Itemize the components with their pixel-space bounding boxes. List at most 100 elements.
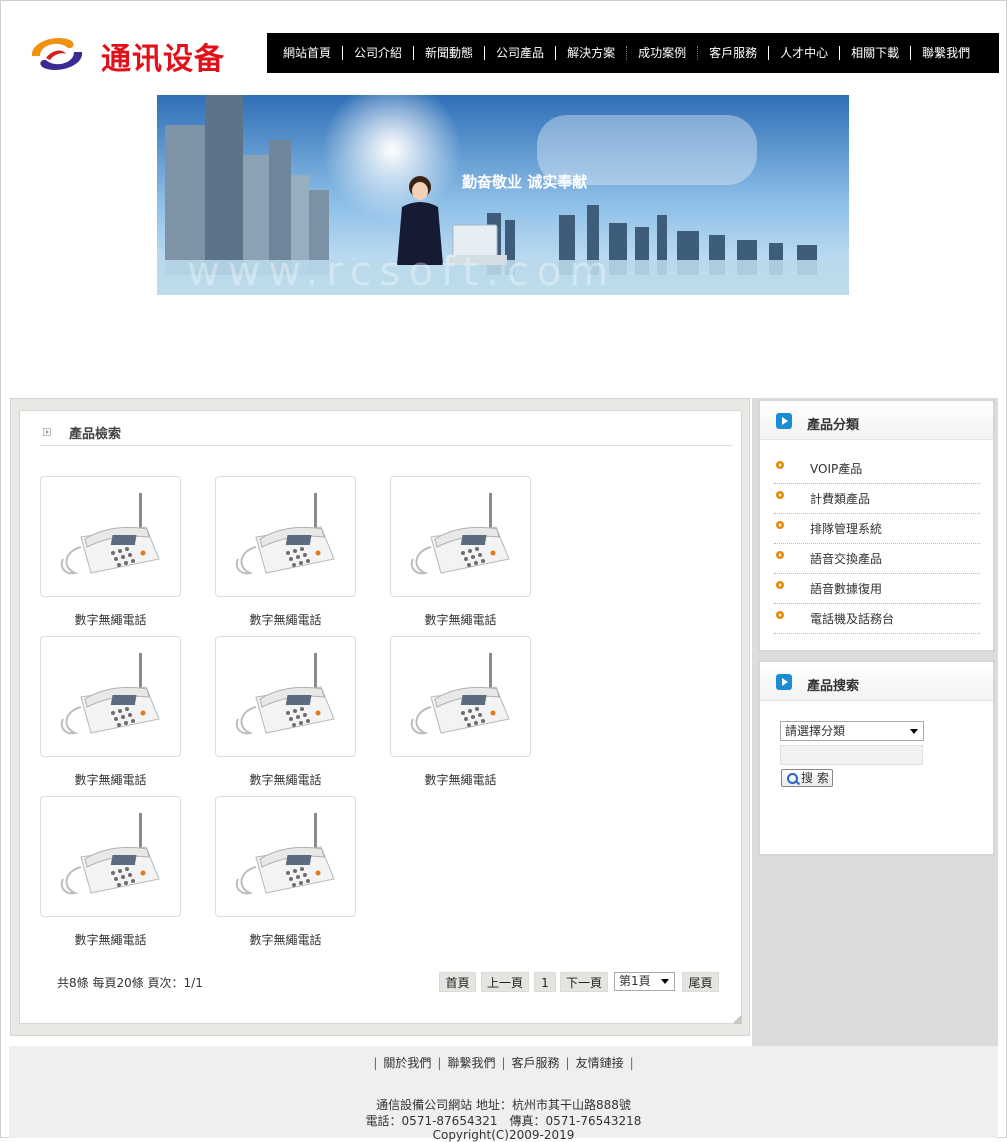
panel-corner bbox=[732, 1014, 742, 1024]
pager-prev-button[interactable]: 上一頁 bbox=[481, 972, 529, 992]
product-thumbnail[interactable] bbox=[40, 476, 181, 597]
category-box-title: 產品分類 bbox=[807, 418, 860, 433]
product-item[interactable]: 數字無繩電話 bbox=[215, 636, 356, 788]
footer-link-contact[interactable]: 聯繫我們 bbox=[447, 1056, 495, 1070]
orange-arrow-icon bbox=[776, 581, 784, 589]
category-label[interactable]: 排隊管理系統 bbox=[810, 520, 882, 537]
product-item[interactable]: 數字無繩電話 bbox=[215, 796, 356, 948]
nav-home[interactable]: 網站首頁 bbox=[267, 46, 342, 60]
orange-arrow-icon bbox=[776, 491, 784, 499]
product-thumbnail[interactable] bbox=[40, 636, 181, 757]
nav-downloads[interactable]: 相關下載 bbox=[839, 46, 910, 60]
category-label[interactable]: 電話機及話務台 bbox=[810, 610, 894, 627]
product-name[interactable]: 數字無繩電話 bbox=[215, 931, 356, 948]
search-box-title: 產品搜索 bbox=[807, 679, 860, 694]
pager-first-button[interactable]: 首頁 bbox=[439, 972, 476, 992]
footer-link-friends[interactable]: 友情鏈接 bbox=[576, 1056, 624, 1070]
banner-image: 勤奋敬业 诚实奉献 www.rcsoft.com bbox=[157, 95, 849, 295]
category-label[interactable]: VOIP產品 bbox=[810, 460, 862, 477]
product-name[interactable]: 數字無繩電話 bbox=[40, 611, 181, 628]
play-icon bbox=[776, 674, 792, 690]
product-name[interactable]: 數字無繩電話 bbox=[215, 771, 356, 788]
category-label[interactable]: 計費類產品 bbox=[810, 490, 870, 507]
nav-service[interactable]: 客戶服務 bbox=[697, 46, 768, 60]
nav-solutions[interactable]: 解決方案 bbox=[555, 46, 626, 60]
logo-text: 通讯设备 bbox=[101, 42, 225, 77]
footer: | 關於我們 | 聯繫我們 | 客戶服務 | 友情鏈接 | 通信設備公司網站 地址：杭州市其干山… bbox=[9, 1046, 998, 1142]
category-item[interactable]: 語音交換產品 bbox=[774, 543, 980, 574]
category-item[interactable]: 排隊管理系統 bbox=[774, 513, 980, 544]
category-item[interactable]: VOIP產品 bbox=[774, 453, 980, 484]
pager-info: 共8條 每頁20條 頁次：1/1 bbox=[57, 976, 203, 990]
search-input[interactable] bbox=[780, 745, 923, 765]
product-item[interactable]: 數字無繩電話 bbox=[215, 476, 356, 628]
logo[interactable]: 通讯设备 bbox=[26, 30, 266, 80]
product-thumbnail[interactable] bbox=[215, 476, 356, 597]
product-name[interactable]: 數字無繩電話 bbox=[40, 771, 181, 788]
logo-mark-icon bbox=[31, 37, 83, 71]
orange-arrow-icon bbox=[776, 521, 784, 529]
product-item[interactable]: 數字無繩電話 bbox=[40, 636, 181, 788]
category-item[interactable]: 電話機及話務台 bbox=[774, 603, 980, 634]
category-label[interactable]: 語音交換產品 bbox=[810, 550, 882, 567]
product-item[interactable]: 數字無繩電話 bbox=[40, 796, 181, 948]
product-item[interactable]: 數字無繩電話 bbox=[390, 476, 531, 628]
category-label[interactable]: 語音數據復用 bbox=[810, 580, 882, 597]
search-icon bbox=[787, 773, 798, 784]
phone-icon bbox=[60, 493, 160, 575]
play-icon bbox=[776, 413, 792, 429]
orange-arrow-icon bbox=[776, 611, 784, 619]
category-item[interactable]: 語音數據復用 bbox=[774, 573, 980, 604]
orange-arrow-icon bbox=[776, 461, 784, 469]
phone-icon bbox=[60, 813, 160, 895]
pager-next-button[interactable]: 下一頁 bbox=[560, 972, 608, 992]
category-select[interactable]: 請選擇分類 bbox=[780, 721, 924, 741]
footer-links: | 關於我們 | 聯繫我們 | 客戶服務 | 友情鏈接 | bbox=[373, 1056, 634, 1070]
product-item[interactable]: 數字無繩電話 bbox=[390, 636, 531, 788]
footer-link-about[interactable]: 關於我們 bbox=[383, 1056, 431, 1070]
phone-icon bbox=[60, 653, 160, 735]
nav-careers[interactable]: 人才中心 bbox=[768, 46, 839, 60]
product-panel-header: 產品檢索 bbox=[40, 423, 732, 446]
phone-icon bbox=[410, 653, 510, 735]
product-thumbnail[interactable] bbox=[40, 796, 181, 917]
product-item[interactable]: 數字無繩電話 bbox=[40, 476, 181, 628]
footer-phone: 電話：0571-87654321 傳真：0571-76543218 bbox=[365, 1114, 642, 1128]
search-box: 產品搜索 請選擇分類 搜 索 bbox=[758, 660, 995, 856]
orange-arrow-icon bbox=[776, 551, 784, 559]
category-select-value: 請選擇分類 bbox=[785, 724, 846, 738]
pager-last-button[interactable]: 尾頁 bbox=[682, 972, 719, 992]
nav-news[interactable]: 新聞動態 bbox=[413, 46, 484, 60]
product-name[interactable]: 數字無繩電話 bbox=[215, 611, 356, 628]
product-name[interactable]: 數字無繩電話 bbox=[390, 611, 531, 628]
product-name[interactable]: 數字無繩電話 bbox=[390, 771, 531, 788]
arrow-box-icon bbox=[43, 428, 51, 436]
pager-current-page[interactable]: 1 bbox=[534, 972, 556, 992]
banner-slogan: 勤奋敬业 诚实奉献 bbox=[462, 173, 587, 191]
product-thumbnail[interactable] bbox=[390, 636, 531, 757]
product-thumbnail[interactable] bbox=[215, 636, 356, 757]
footer-copyright: Copyright(C)2009-2019 bbox=[432, 1128, 575, 1142]
pager-page-select[interactable]: 第1頁 bbox=[614, 972, 675, 991]
search-button[interactable]: 搜 索 bbox=[781, 769, 833, 787]
pager-page-select-value: 第1頁 bbox=[619, 974, 651, 988]
footer-link-service[interactable]: 客戶服務 bbox=[512, 1056, 560, 1070]
search-box-header: 產品搜索 bbox=[760, 662, 993, 701]
nav-cases[interactable]: 成功案例 bbox=[626, 46, 697, 60]
search-button-label: 搜 索 bbox=[801, 771, 829, 785]
product-thumbnail[interactable] bbox=[390, 476, 531, 597]
product-name[interactable]: 數字無繩電話 bbox=[40, 931, 181, 948]
category-item[interactable]: 計費類產品 bbox=[774, 483, 980, 514]
chevron-down-icon bbox=[910, 729, 918, 734]
category-box: 產品分類 VOIP產品 計費類產品排隊管理系統 語音交換產品 語音數據復用 電話機及話務… bbox=[758, 399, 995, 652]
category-box-header: 產品分類 bbox=[760, 401, 993, 440]
nav-contact[interactable]: 聯繫我們 bbox=[910, 46, 981, 60]
nav-about[interactable]: 公司介紹 bbox=[342, 46, 413, 60]
phone-icon bbox=[410, 493, 510, 575]
footer-address: 通信設備公司網站 地址：杭州市其干山路888號 bbox=[376, 1098, 631, 1112]
banner-watermark: www.rcsoft.com bbox=[187, 249, 616, 295]
product-panel-title: 產品檢索 bbox=[69, 427, 122, 442]
product-thumbnail[interactable] bbox=[215, 796, 356, 917]
nav-products[interactable]: 公司產品 bbox=[484, 46, 555, 60]
main-nav: 網站首頁 公司介紹 新聞動態 公司產品 解決方案 成功案例 客戶服務 人才中心 … bbox=[267, 33, 999, 73]
